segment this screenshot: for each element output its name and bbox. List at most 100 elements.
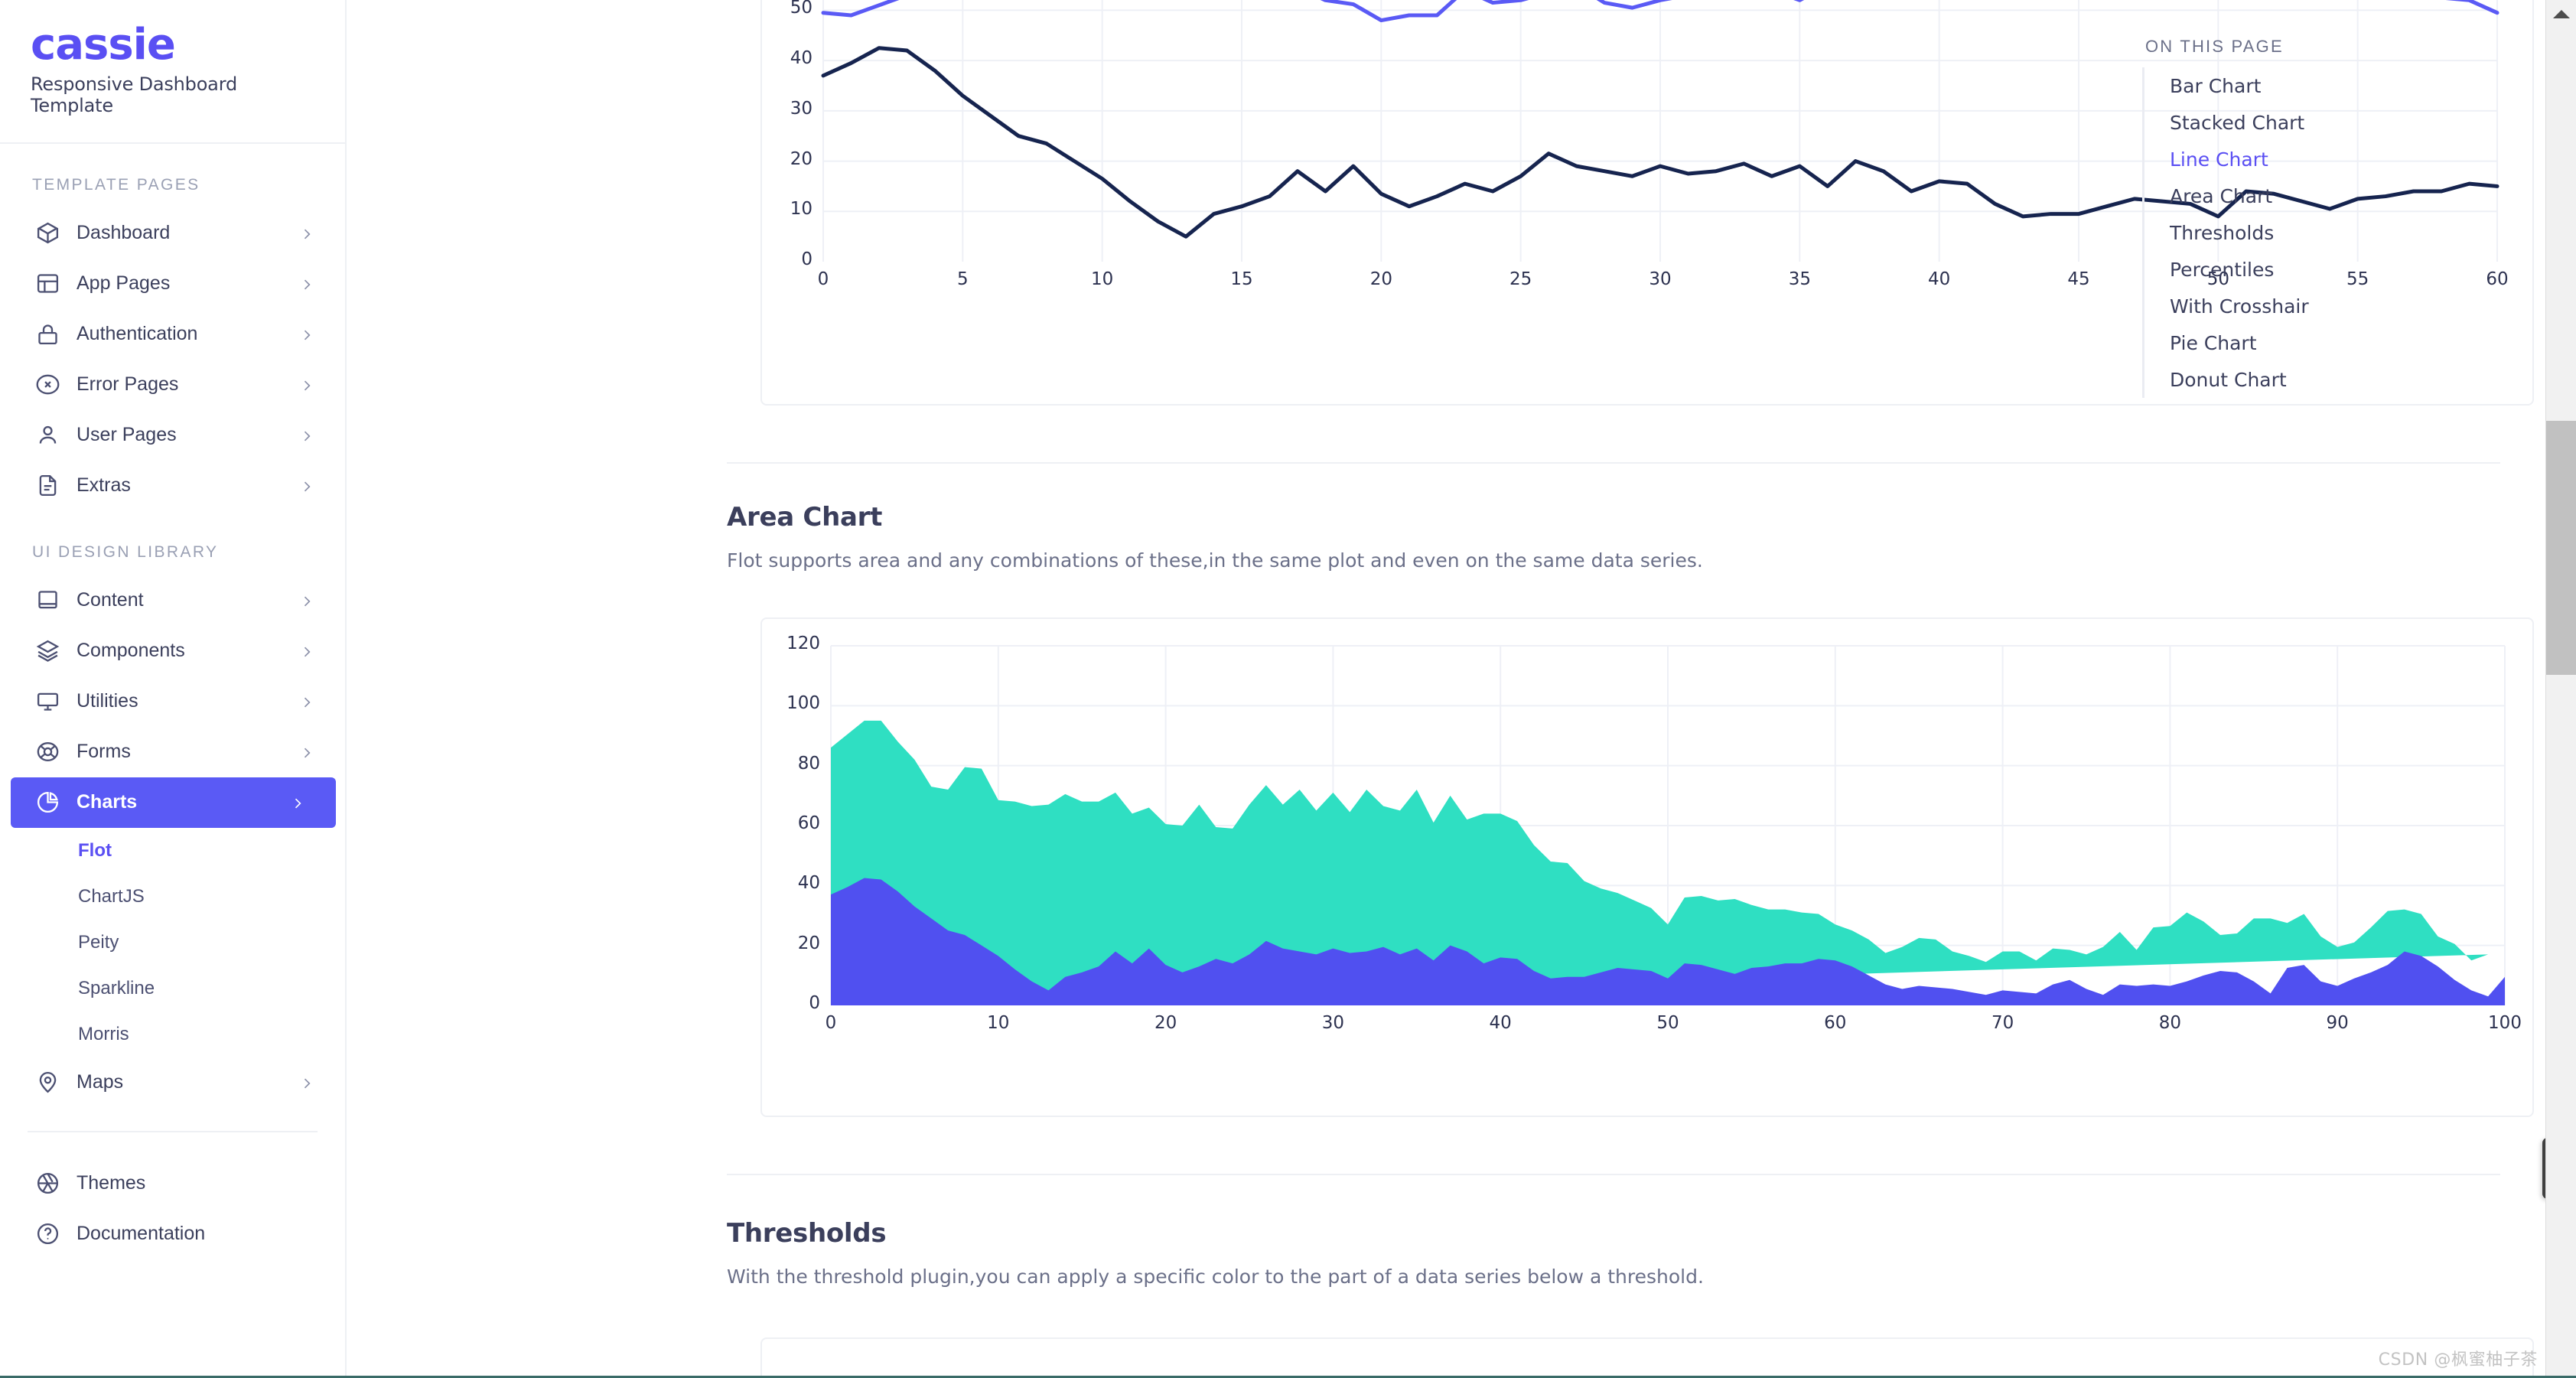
chevron-right-icon: [290, 795, 305, 810]
sidebar-item-utilities[interactable]: Utilities: [0, 676, 345, 727]
area-chart-xtick: 90: [2326, 1013, 2349, 1033]
help-circle-icon: [32, 1219, 63, 1249]
lifebuoy-icon: [32, 737, 63, 767]
chevron-right-icon: [299, 593, 314, 608]
sidebar-item-label: Charts: [77, 791, 138, 813]
watermark: CSDN @枫蜜柚子茶: [2378, 1350, 2538, 1370]
sidebar-item-label: Themes: [77, 1172, 146, 1194]
section-title-area-chart: Area Chart: [727, 502, 883, 533]
sidebar-item-app-pages[interactable]: App Pages: [0, 259, 345, 309]
scrollbar-thumb[interactable]: [2546, 421, 2576, 675]
layers-icon: [32, 636, 63, 666]
line-chart-ytick: 20: [790, 148, 813, 169]
line-chart-xtick: 15: [1230, 269, 1253, 289]
toc-item-with-crosshair[interactable]: With Crosshair: [2144, 288, 2464, 324]
sidebar-item-authentication[interactable]: Authentication: [0, 309, 345, 360]
brand-block[interactable]: cassie Responsive Dashboard Template: [0, 0, 345, 144]
map-pin-icon: [32, 1067, 63, 1098]
sidebar-item-label: Error Pages: [77, 373, 179, 396]
x-circle-icon: [32, 370, 63, 400]
chevron-right-icon: [299, 276, 314, 292]
toc-item-percentiles[interactable]: Percentiles: [2144, 251, 2464, 288]
area-chart-xtick: 0: [825, 1013, 837, 1033]
nav-section-template-pages-label: TEMPLATE PAGES: [32, 175, 200, 194]
on-this-page-title: ON THIS PAGE: [2145, 37, 2284, 56]
scrollbar-up-arrow-icon[interactable]: [2546, 0, 2576, 28]
area-chart-ytick: 20: [797, 933, 820, 953]
area-chart-xtick: 60: [1824, 1013, 1847, 1033]
area-chart-ytick: 60: [797, 813, 820, 833]
chevron-right-icon: [299, 327, 314, 342]
thresholds-chart-card: 700: [760, 1337, 2534, 1378]
sidebar-item-components[interactable]: Components: [0, 626, 345, 676]
line-chart-ytick: 50: [790, 0, 813, 18]
sidebar-item-dashboard[interactable]: Dashboard: [0, 208, 345, 259]
area-chart-xtick: 100: [2488, 1013, 2522, 1033]
toc-item-line-chart[interactable]: Line Chart: [2144, 141, 2464, 178]
section-description-thresholds: With the threshold plugin,you can apply …: [727, 1266, 1704, 1288]
area-chart-ytick: 40: [797, 873, 820, 894]
sidebar-item-label: Dashboard: [77, 222, 171, 244]
sidebar: cassie Responsive Dashboard Template TEM…: [0, 0, 347, 1378]
toc-item-pie-chart[interactable]: Pie Chart: [2144, 324, 2464, 361]
on-this-page-list: Bar Chart Stacked Chart Line Chart Area …: [2142, 67, 2464, 398]
section-title-thresholds: Thresholds: [727, 1218, 887, 1249]
sidebar-item-forms[interactable]: Forms: [0, 727, 345, 777]
line-chart-ytick: 10: [790, 199, 813, 220]
section-description-area-chart: Flot supports area and any combinations …: [727, 549, 1703, 572]
sidebar-item-label: Maps: [77, 1071, 124, 1093]
chevron-right-icon: [299, 478, 314, 494]
line-chart-xtick: 5: [957, 269, 969, 289]
sidebar-subitem-sparkline[interactable]: Sparkline: [0, 966, 345, 1012]
sidebar-subitem-peity[interactable]: Peity: [0, 920, 345, 966]
layout-icon: [32, 269, 63, 299]
toc-item-stacked-chart[interactable]: Stacked Chart: [2144, 104, 2464, 141]
sidebar-item-extras[interactable]: Extras: [0, 461, 345, 511]
line-chart-xtick: 10: [1091, 269, 1114, 289]
sidebar-item-user-pages[interactable]: User Pages: [0, 410, 345, 461]
area-chart-xtick: 70: [1991, 1013, 2014, 1033]
area-chart-xtick: 20: [1154, 1013, 1177, 1033]
brand-name: cassie: [31, 20, 176, 70]
brand-tagline: Responsive Dashboard Template: [31, 73, 237, 116]
chevron-right-icon: [299, 694, 314, 709]
toc-item-bar-chart[interactable]: Bar Chart: [2144, 67, 2464, 104]
line-chart-xtick: 20: [1369, 269, 1392, 289]
sidebar-item-content[interactable]: Content: [0, 575, 345, 626]
chevron-right-icon: [299, 226, 314, 241]
chevron-right-icon: [299, 377, 314, 393]
sidebar-item-label: Extras: [77, 474, 131, 497]
sidebar-item-label: Authentication: [77, 323, 198, 345]
monitor-icon: [32, 686, 63, 717]
sidebar-item-label: Content: [77, 589, 144, 611]
book-icon: [32, 585, 63, 616]
sidebar-subitem-chartjs[interactable]: ChartJS: [0, 874, 345, 920]
line-chart-ytick: 30: [790, 98, 813, 119]
sidebar-subitem-flot[interactable]: Flot: [0, 828, 345, 874]
line-chart-ytick: 0: [801, 249, 813, 269]
sidebar-divider: [28, 1130, 318, 1132]
file-text-icon: [32, 471, 63, 501]
area-chart-card: 0 20 40 60 80 100 120 0 10 20 30 40 50 60 70 80 90 100: [760, 617, 2534, 1117]
toc-item-donut-chart[interactable]: Donut Chart: [2144, 361, 2464, 398]
line-chart-ytick: 40: [790, 48, 813, 69]
on-this-page-nav: ON THIS PAGE Bar Chart Stacked Chart Lin…: [2142, 0, 2464, 398]
sidebar-item-maps[interactable]: Maps: [0, 1057, 345, 1108]
nav-section-ui-design-library-label: UI DESIGN LIBRARY: [32, 542, 219, 561]
box-icon: [32, 218, 63, 249]
sidebar-item-error-pages[interactable]: Error Pages: [0, 360, 345, 410]
sidebar-item-documentation[interactable]: Documentation: [0, 1209, 345, 1259]
sidebar-item-charts[interactable]: Charts: [11, 777, 336, 828]
pie-chart-icon: [32, 787, 63, 818]
lock-icon: [32, 319, 63, 350]
vertical-scrollbar[interactable]: [2545, 0, 2576, 1378]
toc-item-area-chart[interactable]: Area Chart: [2144, 178, 2464, 214]
chevron-right-icon: [299, 744, 314, 760]
area-chart-ytick: 0: [809, 993, 820, 1013]
sidebar-item-label: Utilities: [77, 690, 138, 712]
sidebar-item-themes[interactable]: Themes: [0, 1158, 345, 1209]
line-chart-xtick: 60: [2486, 269, 2509, 289]
sidebar-item-label: User Pages: [77, 424, 177, 446]
toc-item-thresholds[interactable]: Thresholds: [2144, 214, 2464, 251]
sidebar-subitem-morris[interactable]: Morris: [0, 1012, 345, 1057]
